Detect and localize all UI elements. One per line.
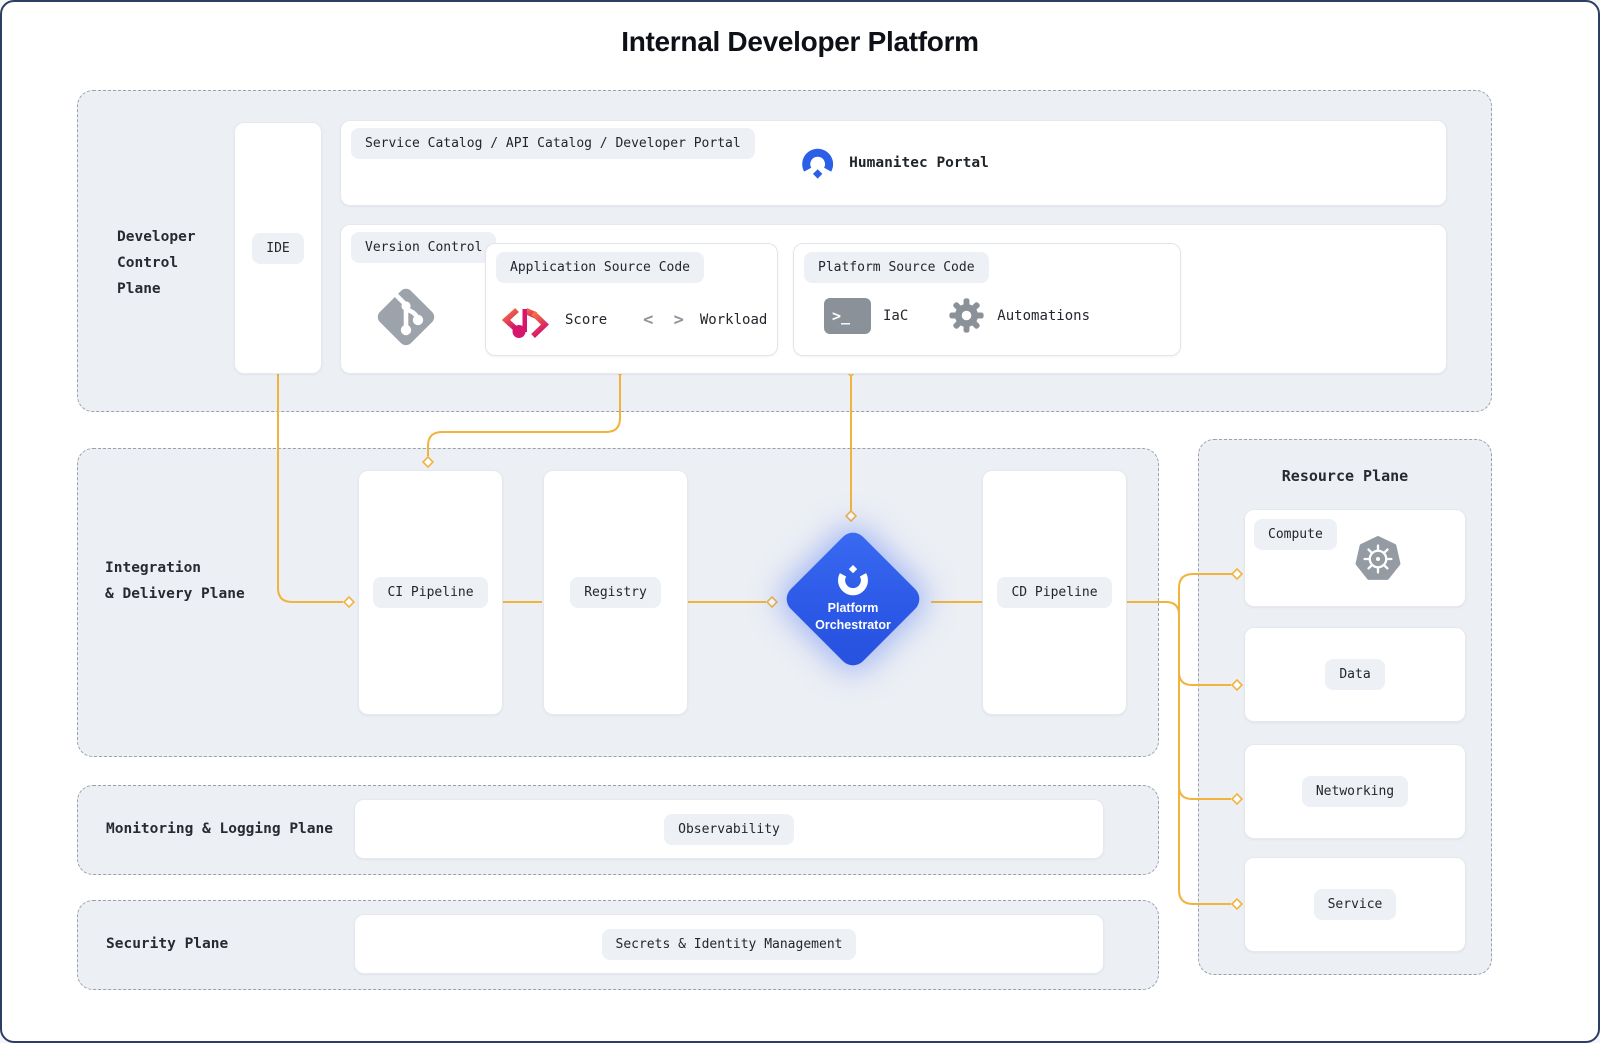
endpoint-diamond <box>423 457 433 467</box>
kubernetes-icon <box>1355 536 1401 582</box>
registry-chip: Registry <box>570 577 661 608</box>
service-box: Service <box>1244 857 1466 952</box>
endpoint-diamond <box>344 597 354 607</box>
networking-box: Networking <box>1244 744 1466 839</box>
endpoint-diamond <box>1232 569 1242 579</box>
terminal-icon: >_ <box>824 298 871 334</box>
security-plane-label: Security Plane <box>106 931 228 957</box>
endpoint-diamond <box>846 511 856 521</box>
platform-source-code-box: Platform Source Code >_ IaC Automations <box>793 243 1181 356</box>
endpoint-diamond <box>767 597 777 607</box>
platform-orchestrator-node: Platform Orchestrator <box>781 527 925 671</box>
cd-pipeline-box: CD Pipeline <box>982 470 1127 715</box>
connector-branch-data <box>1179 672 1231 685</box>
resource-plane-title: Resource Plane <box>1282 467 1408 485</box>
application-source-code-box: Application Source Code Score < <box>485 243 778 356</box>
registry-box: Registry <box>543 470 688 715</box>
orchestrator-logo-icon <box>834 565 872 596</box>
version-control-box: Version Control Application Source Code <box>340 224 1447 374</box>
networking-chip: Networking <box>1302 776 1408 807</box>
gear-icon <box>948 297 985 334</box>
connector-ide-to-ci <box>278 374 343 602</box>
platform-source-icon-row: >_ IaC Automations <box>824 297 1090 334</box>
secrets-identity-box: Secrets & Identity Management <box>354 914 1104 974</box>
application-source-code-chip: Application Source Code <box>496 252 704 283</box>
observability-box: Observability <box>354 799 1104 859</box>
connector-cd-to-trunk <box>1127 602 1179 615</box>
compute-chip: Compute <box>1254 519 1337 550</box>
compute-box: Compute <box>1244 509 1466 607</box>
integration-delivery-plane-label: Integration & Delivery Plane <box>105 555 245 607</box>
secrets-identity-chip: Secrets & Identity Management <box>602 929 857 960</box>
diagram-canvas: Internal Developer Platform <box>0 0 1600 1043</box>
endpoint-diamond <box>1232 680 1242 690</box>
score-label: Score <box>565 312 607 328</box>
iac-label: IaC <box>883 308 908 324</box>
portal-box: Service Catalog / API Catalog / Develope… <box>340 120 1447 206</box>
observability-chip: Observability <box>664 814 794 845</box>
humanitec-brand-text: Humanitec Portal <box>849 155 989 171</box>
portal-chip: Service Catalog / API Catalog / Develope… <box>351 128 755 159</box>
score-icon <box>502 300 554 340</box>
ide-box: IDE <box>234 122 322 374</box>
connector-appsource-to-ci <box>428 375 620 456</box>
automations-label: Automations <box>997 308 1090 324</box>
humanitec-logo-icon <box>798 146 836 180</box>
platform-orchestrator-label: Platform Orchestrator <box>815 600 891 634</box>
service-chip: Service <box>1314 889 1397 920</box>
git-icon <box>374 285 438 349</box>
monitoring-logging-plane-label: Monitoring & Logging Plane <box>106 816 333 842</box>
cd-pipeline-chip: CD Pipeline <box>997 577 1111 608</box>
endpoint-diamond <box>1232 899 1242 909</box>
data-chip: Data <box>1325 659 1384 690</box>
developer-control-plane-label: Developer Control Plane <box>117 224 196 302</box>
workload-label: Workload <box>700 312 767 328</box>
version-control-chip: Version Control <box>351 232 496 263</box>
humanitec-brand: Humanitec Portal <box>798 146 989 180</box>
workload-brackets-icon: < > <box>643 310 689 330</box>
connector-resource-trunk <box>1179 574 1232 904</box>
ide-chip: IDE <box>252 233 303 264</box>
connector-branch-networking <box>1179 786 1231 799</box>
ci-pipeline-box: CI Pipeline <box>358 470 503 715</box>
ci-pipeline-chip: CI Pipeline <box>373 577 487 608</box>
data-box: Data <box>1244 627 1466 722</box>
app-source-icon-row: Score < > Workload <box>502 300 767 340</box>
platform-source-code-chip: Platform Source Code <box>804 252 989 283</box>
endpoint-diamond <box>1232 794 1242 804</box>
